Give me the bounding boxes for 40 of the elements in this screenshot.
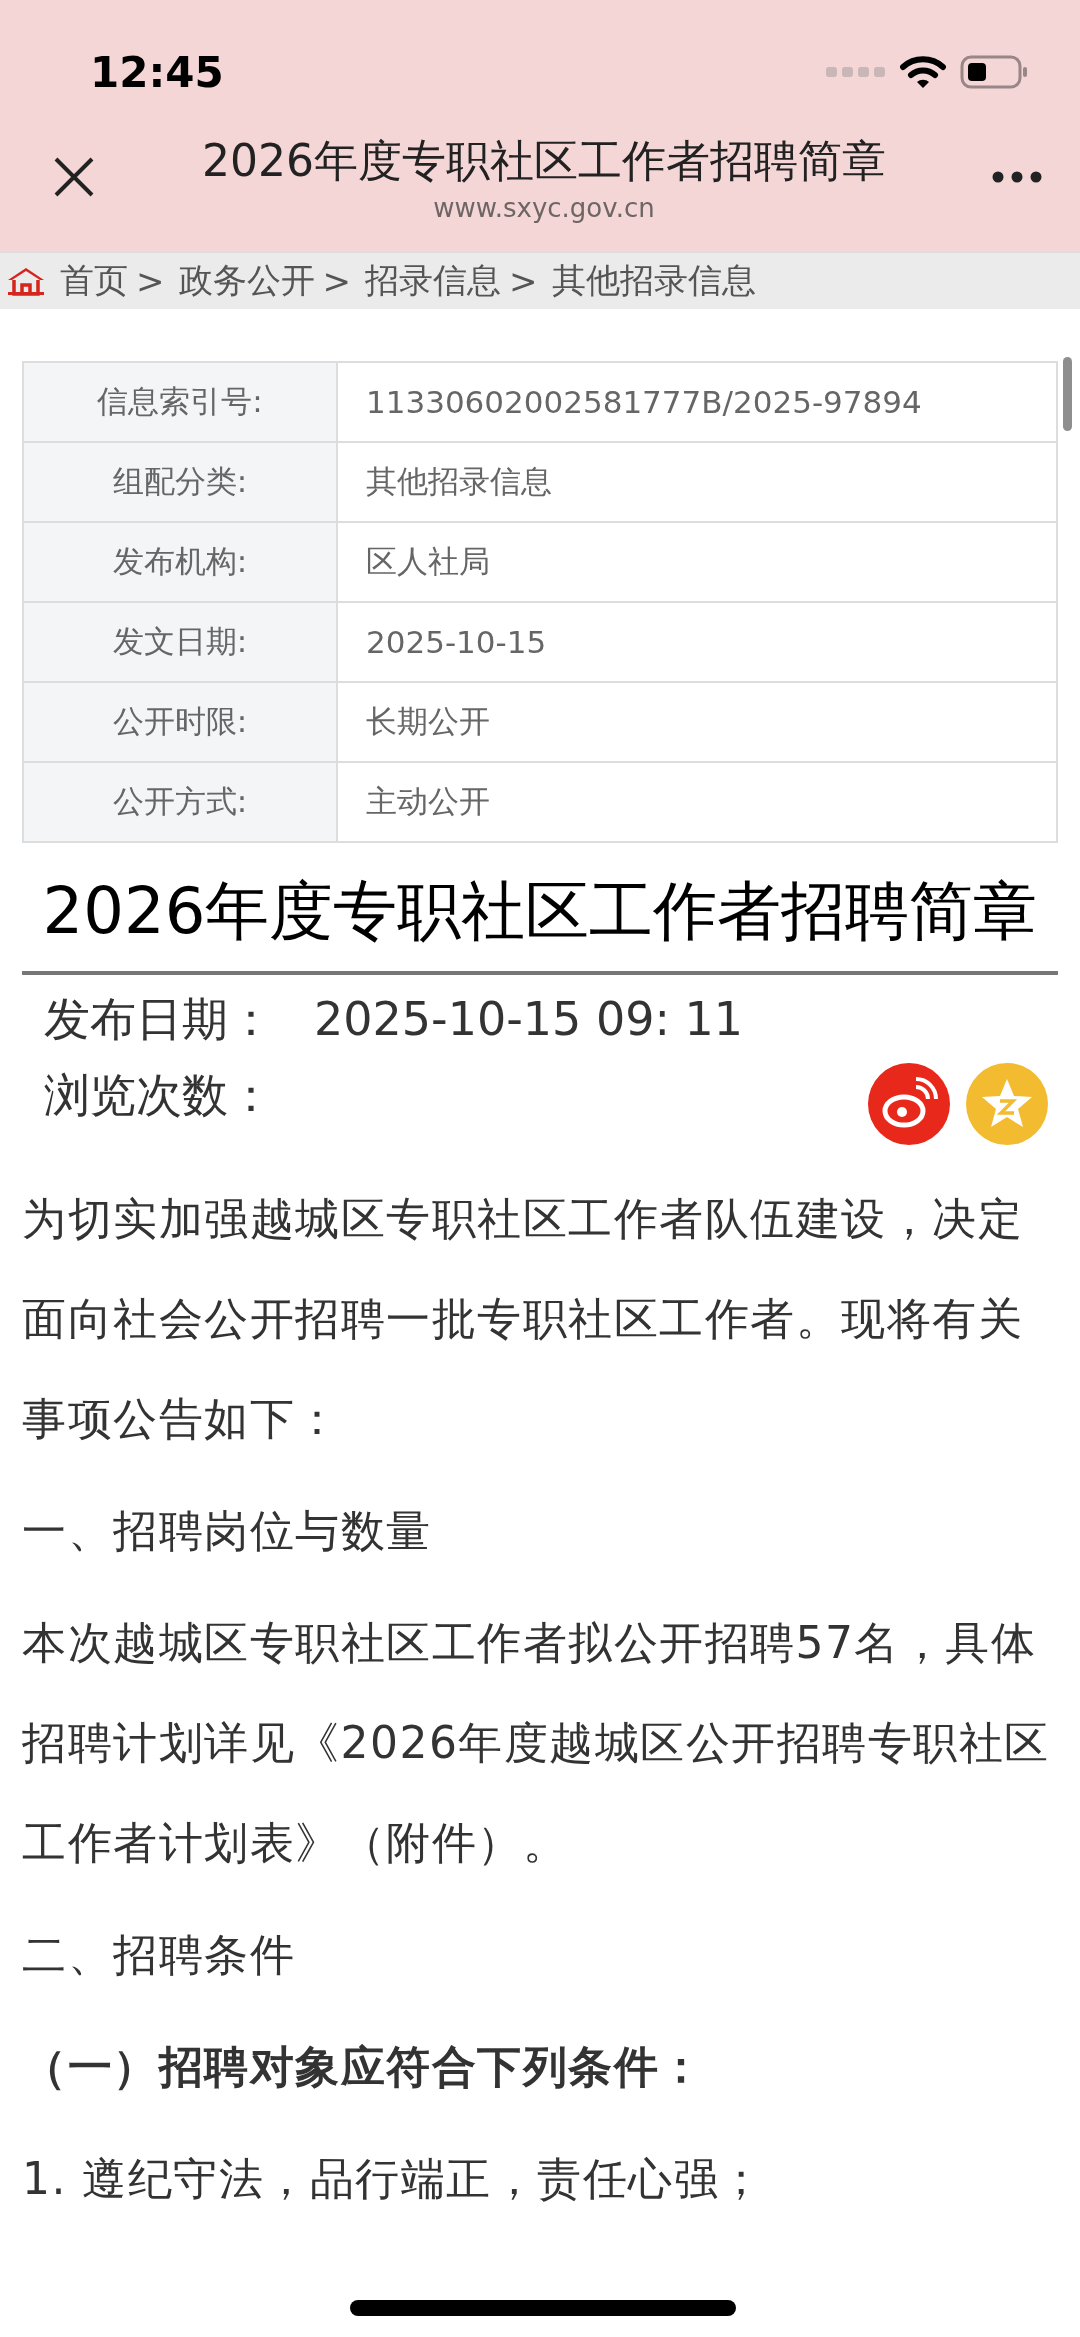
- table-cell: 公开时限:: [23, 682, 337, 762]
- breadcrumb-link[interactable]: 其他招录信息: [551, 258, 756, 304]
- body-paragraph: 为切实加强越城区专职社区工作者队伍建设，决定面向社会公开招聘一批专职社区工作者。现将有关事项公告如下：: [22, 1192, 1024, 1446]
- breadcrumb-link[interactable]: 首页: [60, 258, 128, 304]
- table-cell: 发文日期:: [23, 602, 337, 682]
- body-paragraph: （一）招聘对象应符合下列条件：: [22, 2040, 706, 2094]
- scroll-bar[interactable]: [1063, 357, 1072, 431]
- meta-label: 发布日期：: [44, 991, 274, 1048]
- page-url: www.sxyc.gov.cn: [433, 192, 655, 223]
- body-paragraph: 一、招聘岗位与数量: [22, 1504, 433, 1558]
- table-cell: 发布机构:: [23, 522, 337, 602]
- table-cell: 11330602002581777B/2025-97894: [337, 362, 1057, 442]
- table-cell: 公开方式:: [23, 762, 337, 842]
- breadcrumb-separator: >: [136, 261, 165, 301]
- meta-label: 浏览次数：: [44, 1067, 274, 1124]
- body-paragraph: 二、招聘条件: [22, 1928, 296, 1982]
- star-share-icon[interactable]: [966, 1063, 1048, 1145]
- status-time: 12:45: [90, 47, 224, 97]
- table-cell: 2025-10-15: [337, 602, 1057, 682]
- table-cell: 信息索引号:: [23, 362, 337, 442]
- breadcrumb-link[interactable]: 招录信息: [365, 258, 501, 304]
- breadcrumb-link[interactable]: 政务公开: [178, 258, 315, 304]
- page-title: 2026年度专职社区工作者招聘简章: [202, 133, 886, 188]
- body-paragraph: 1. 遵纪守法，品行端正，责任心强；: [22, 2152, 766, 2206]
- article-title: 2026年度专职社区工作者招聘简章: [41, 873, 1039, 950]
- signal-icon: [826, 65, 886, 79]
- table-cell: 其他招录信息: [337, 442, 1057, 522]
- body-paragraph: 本次越城区专职社区工作者拟公开招聘57名，具体招聘计划详见《2026年度越城区公开招聘专职社区工作者计划表》（附件）。: [22, 1616, 1051, 1870]
- table-cell: 主动公开: [337, 762, 1057, 842]
- table-cell: 长期公开: [337, 682, 1057, 762]
- home-icon: [6, 266, 46, 296]
- more-button[interactable]: [992, 171, 1042, 183]
- table-cell: 组配分类:: [23, 442, 337, 522]
- close-button[interactable]: [52, 155, 96, 199]
- meta-value: 2025-10-15 09: 11: [314, 991, 744, 1048]
- breadcrumb-separator: >: [322, 261, 351, 301]
- wifi-icon: [900, 55, 946, 89]
- battery-icon: [960, 55, 1028, 89]
- breadcrumb-separator: >: [509, 261, 538, 301]
- table-cell: 区人社局: [337, 522, 1057, 602]
